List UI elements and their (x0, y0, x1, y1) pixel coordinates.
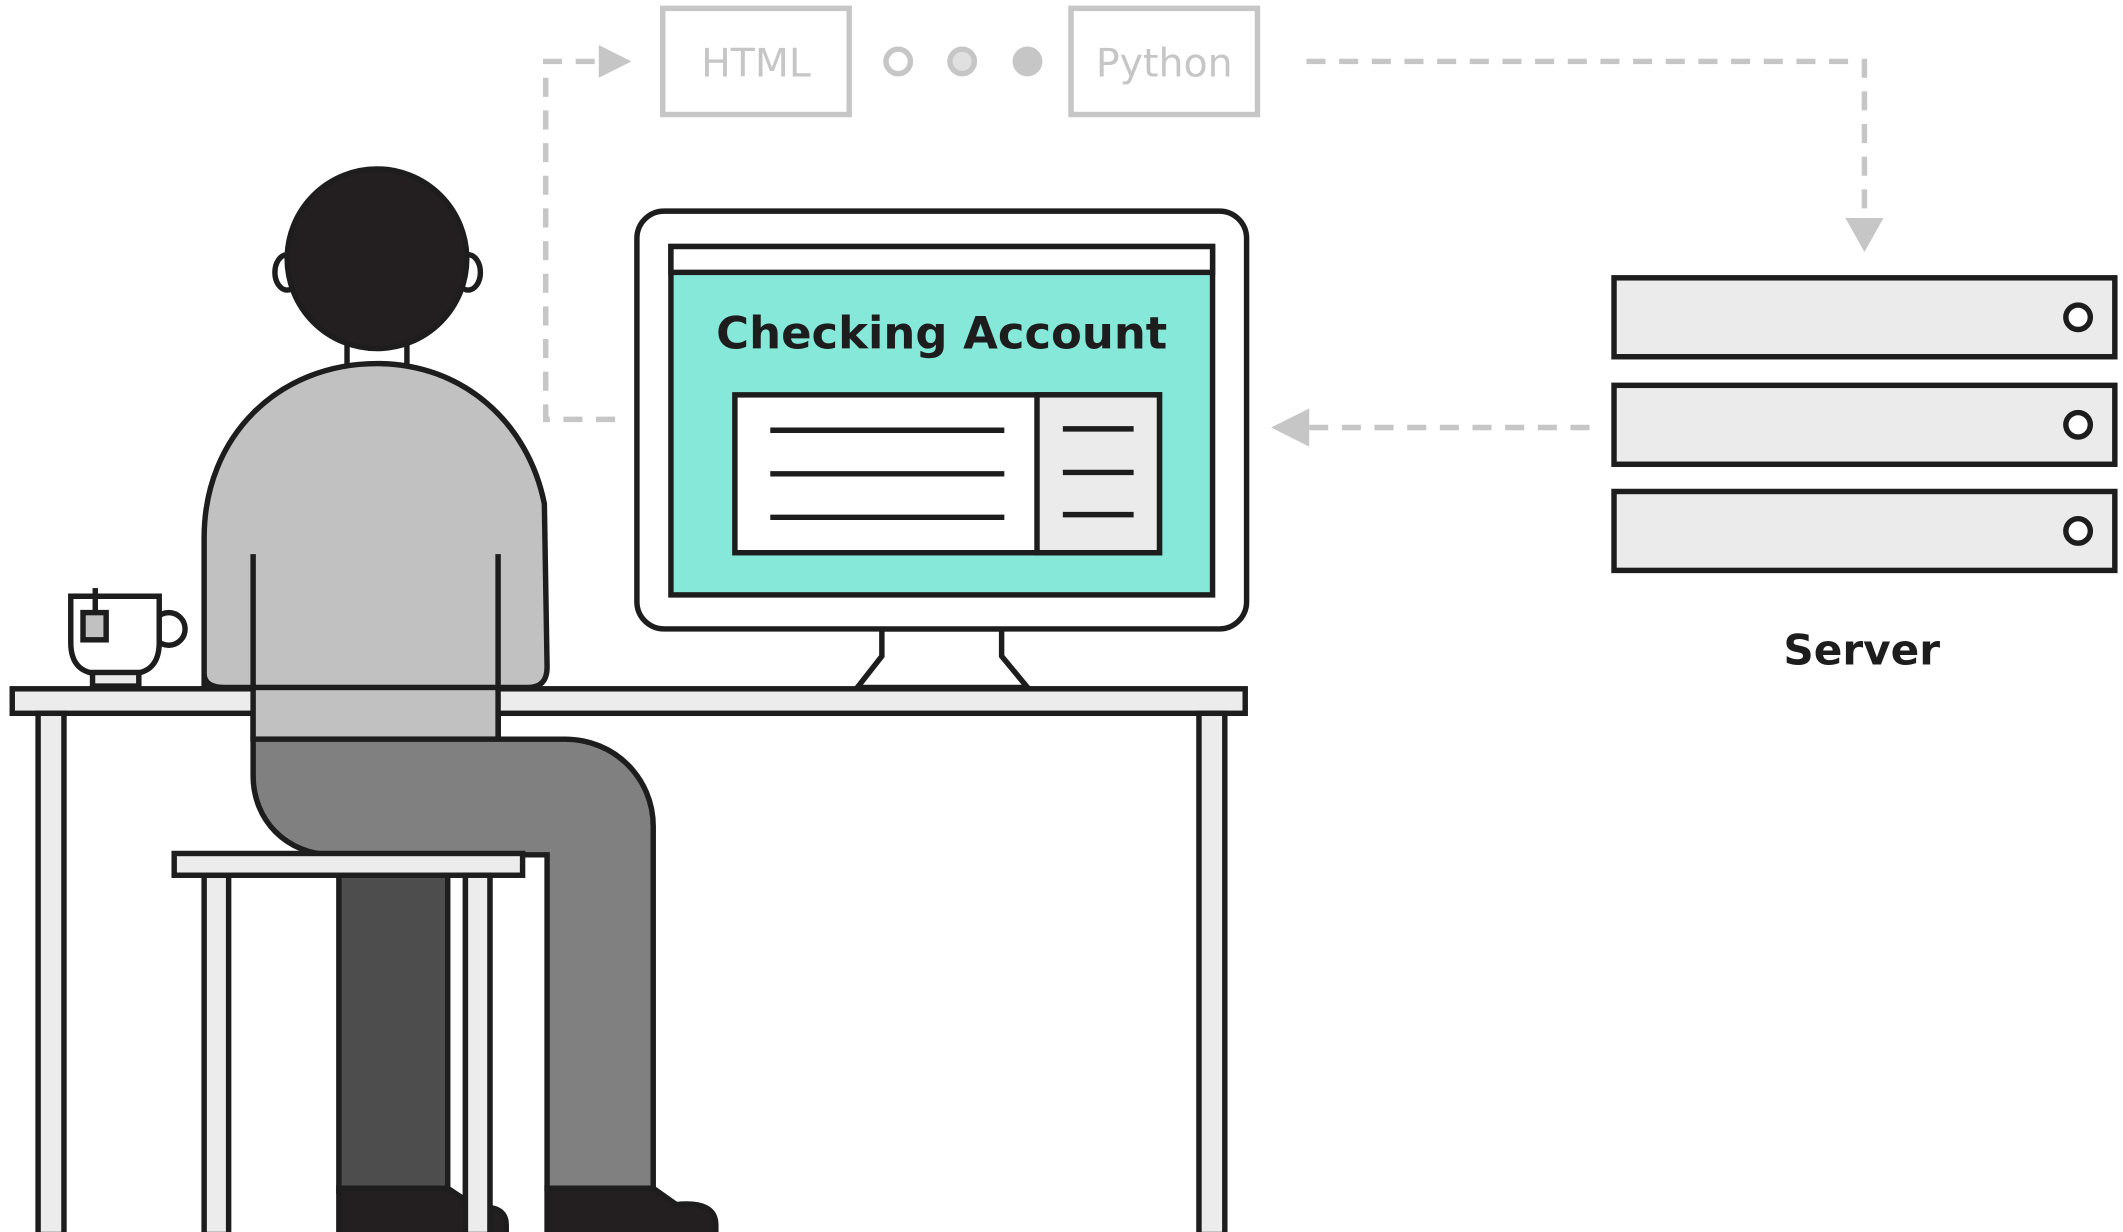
monitor (634, 208, 1250, 691)
server-unit-2-led-icon (2063, 409, 2094, 440)
cup-saucer (89, 669, 142, 689)
arrowhead-left-icon (1271, 408, 1310, 447)
desk-leg-left (35, 710, 67, 1232)
person-torso-lower (250, 684, 501, 742)
connector-python-to-server (1306, 58, 1868, 218)
screen-title: Checking Account (716, 307, 1167, 360)
person-front (250, 684, 501, 742)
person (201, 166, 550, 742)
progress-dot-3 (1012, 46, 1043, 77)
connector-computer-to-html (542, 58, 616, 423)
server-unit-1 (1611, 275, 2118, 360)
person-hip (250, 736, 656, 1191)
server-unit-2 (1611, 382, 2118, 467)
stool-seat (171, 850, 526, 878)
illustration: HTML Python Server Checking Account (9, 5, 2118, 1232)
progress-dot-1 (883, 46, 914, 77)
stool-leg-left (201, 872, 232, 1232)
server-unit-1-led-icon (2063, 302, 2094, 333)
browser-toolbar (668, 243, 1216, 276)
tea-bag-tag (80, 609, 109, 643)
progress-dot-2 (947, 46, 978, 77)
monitor-stand (851, 626, 1034, 691)
python-step-label: Python (1096, 40, 1233, 86)
pipeline: HTML Python (660, 5, 1261, 118)
person-leg-back (336, 854, 451, 1194)
desk-leg-right (1196, 710, 1228, 1232)
person-head (284, 166, 470, 352)
person-shoe-front (544, 1185, 719, 1232)
server (1611, 275, 2118, 574)
server-unit-3-led-icon (2063, 515, 2094, 546)
stool-leg-front (462, 872, 493, 1232)
html-step-label: HTML (701, 40, 811, 86)
coffee-cup-icon (68, 588, 188, 689)
server-label: Server (1783, 625, 1940, 674)
desk-top (9, 686, 1248, 717)
arrowhead-right-icon (598, 45, 632, 78)
arrowhead-down-icon (1845, 217, 1884, 252)
server-unit-3 (1611, 488, 2118, 574)
